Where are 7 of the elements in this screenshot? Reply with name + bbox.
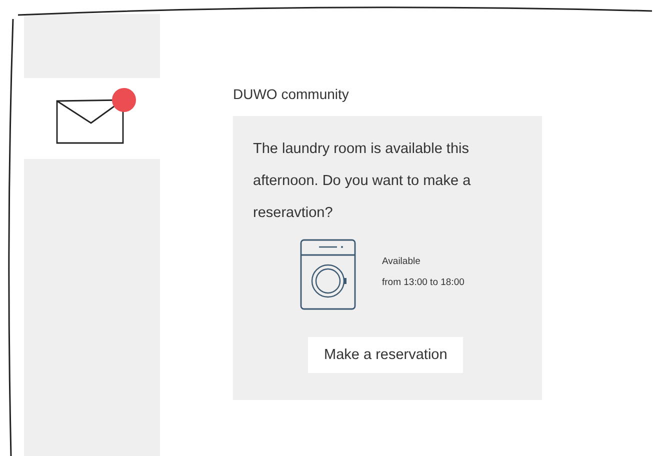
washing-machine-icon	[300, 239, 356, 310]
reservation-button[interactable]: Make a reservation	[308, 337, 464, 373]
envelope-icon	[54, 88, 136, 144]
availability-text: from 13:00 to 18:00	[382, 276, 464, 288]
sender-name: DUWO community	[233, 86, 350, 104]
availability-text: Available	[382, 256, 422, 266]
message-text: The laundry room is available this afternoon. Do you want to make a reseravtion?	[253, 140, 472, 223]
